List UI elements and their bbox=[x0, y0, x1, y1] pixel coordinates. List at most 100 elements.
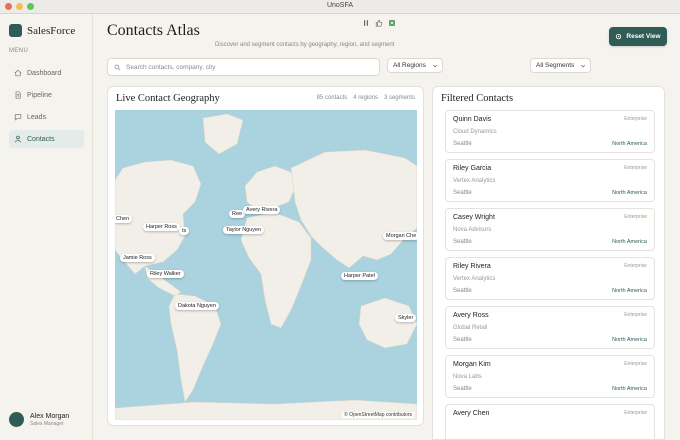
contact-city: Seattle bbox=[453, 386, 472, 392]
map-land-shapes bbox=[115, 113, 417, 420]
map-pin[interactable]: Avery Rivera bbox=[243, 206, 281, 214]
contact-segment: Enterprise bbox=[624, 116, 647, 122]
map-pin[interactable]: ts bbox=[179, 227, 190, 235]
window-title: UnoSFA bbox=[326, 2, 354, 9]
brand-name: SalesForce bbox=[27, 24, 76, 37]
contacts-count: 85 contacts bbox=[316, 95, 348, 101]
sidebar-item-dashboard[interactable]: Dashboard bbox=[9, 64, 84, 82]
segments-count: 3 segments bbox=[383, 95, 415, 101]
map-pin[interactable]: Riley Walker bbox=[147, 270, 184, 278]
region-select-value: All Regions bbox=[393, 62, 426, 69]
contact-segment: Enterprise bbox=[624, 312, 647, 318]
contact-card[interactable]: Morgan Kim Enterprise Nova Labs Seattle … bbox=[445, 355, 655, 398]
contact-segment: Enterprise bbox=[624, 263, 647, 269]
contact-name: Riley Rivera bbox=[453, 263, 491, 270]
avatar bbox=[9, 412, 24, 427]
contact-name: Avery Chen bbox=[453, 410, 490, 417]
contact-region: North America bbox=[612, 386, 647, 392]
map-pin[interactable]: Skyler bbox=[395, 314, 417, 322]
thumbs-up-icon[interactable] bbox=[375, 19, 383, 27]
contact-card[interactable]: Casey Wright Enterprise Nova Advisors Se… bbox=[445, 208, 655, 251]
menu-label: MENU bbox=[9, 48, 29, 54]
page-subtitle: Discover and segment contacts by geograp… bbox=[215, 42, 395, 48]
chat-icon bbox=[14, 114, 22, 121]
sidebar-item-label: Dashboard bbox=[27, 69, 62, 77]
contact-card[interactable]: Quinn Davis Enterprise Cloud Dynamics Se… bbox=[445, 110, 655, 153]
regions-count: 4 regions bbox=[353, 95, 378, 101]
sidebar-nav: Dashboard Pipeline Leads Contacts bbox=[9, 64, 84, 152]
contact-company: Global Retail bbox=[453, 325, 488, 331]
map-pin[interactable]: Morgan Che bbox=[383, 232, 417, 240]
contact-company: Nova Advisors bbox=[453, 227, 492, 233]
home-icon bbox=[14, 69, 22, 77]
contact-segment: Enterprise bbox=[624, 214, 647, 220]
pause-icon[interactable] bbox=[362, 19, 370, 27]
reset-view-button[interactable]: Reset View bbox=[609, 27, 667, 46]
sidebar-item-leads[interactable]: Leads bbox=[9, 108, 84, 126]
sidebar-item-contacts[interactable]: Contacts bbox=[9, 130, 84, 148]
contact-city: Seattle bbox=[453, 141, 472, 147]
contact-card[interactable]: Riley Garcia Enterprise Vertex Analytics… bbox=[445, 159, 655, 202]
contact-card[interactable]: Avery Ross Enterprise Global Retail Seat… bbox=[445, 306, 655, 349]
user-role: Sales Manager bbox=[30, 420, 64, 427]
contact-city: Seattle bbox=[453, 190, 472, 196]
map-pin[interactable]: Harper Ross bbox=[143, 223, 180, 231]
map-pin[interactable]: Taylor Nguyen bbox=[223, 226, 265, 234]
contact-city: Seattle bbox=[453, 337, 472, 343]
page-title: Contacts Atlas bbox=[107, 22, 200, 39]
user-profile[interactable]: Alex Morgan Sales Manager bbox=[9, 412, 69, 427]
sidebar-item-pipeline[interactable]: Pipeline bbox=[9, 86, 84, 104]
map-attribution: © OpenStreetMap contributors bbox=[342, 412, 414, 418]
chevron-down-icon bbox=[581, 64, 586, 67]
contact-region: North America bbox=[612, 239, 647, 245]
contact-segment: Enterprise bbox=[624, 361, 647, 367]
chevron-down-icon bbox=[432, 64, 437, 67]
contact-company: Vertex Analytics bbox=[453, 178, 496, 184]
contact-card[interactable]: Avery Chen Enterprise bbox=[445, 404, 655, 439]
contact-region: North America bbox=[612, 288, 647, 294]
user-name: Alex Morgan bbox=[30, 412, 70, 420]
filtered-contacts-card: Filtered Contacts Quinn Davis Enterprise… bbox=[432, 86, 665, 440]
contact-name: Avery Ross bbox=[453, 312, 489, 319]
map-stats: 85 contacts 4 regions 3 segments bbox=[317, 95, 415, 101]
sidebar: SalesForce MENU Dashboard Pipeline Leads… bbox=[0, 14, 93, 440]
toolbar-icons bbox=[362, 19, 396, 27]
search-icon bbox=[114, 64, 121, 70]
map-title: Live Contact Geography bbox=[116, 93, 220, 104]
contact-name: Riley Garcia bbox=[453, 165, 492, 172]
sidebar-item-label: Contacts bbox=[27, 135, 55, 143]
segment-select[interactable]: All Segments bbox=[530, 58, 591, 73]
search-input[interactable] bbox=[126, 63, 366, 71]
map-pin[interactable]: Harper Patel bbox=[341, 272, 378, 280]
map-pin[interactable]: Chen bbox=[115, 215, 133, 223]
brand-logo-icon bbox=[9, 24, 22, 37]
contact-company: Cloud Dynamics bbox=[453, 129, 497, 135]
region-select[interactable]: All Regions bbox=[387, 58, 443, 73]
segment-select-value: All Segments bbox=[536, 62, 575, 69]
reset-view-label: Reset View bbox=[626, 33, 661, 40]
contact-region: North America bbox=[612, 190, 647, 196]
contact-name: Casey Wright bbox=[453, 214, 495, 221]
window-titlebar: UnoSFA bbox=[0, 0, 680, 14]
contact-name: Quinn Davis bbox=[453, 116, 492, 123]
map-pin[interactable]: Dakota Nguyen bbox=[175, 302, 219, 310]
document-icon bbox=[15, 91, 21, 99]
contact-segment: Enterprise bbox=[624, 410, 647, 416]
contact-city: Seattle bbox=[453, 239, 472, 245]
contact-region: North America bbox=[612, 337, 647, 343]
spreadsheet-icon[interactable] bbox=[388, 19, 396, 27]
reset-icon bbox=[616, 33, 622, 40]
contact-name: Morgan Kim bbox=[453, 361, 491, 368]
contact-region: North America bbox=[612, 141, 647, 147]
contacts-list: Quinn Davis Enterprise Cloud Dynamics Se… bbox=[445, 110, 655, 439]
map-pin[interactable]: Jamie Ross bbox=[120, 254, 155, 262]
brand[interactable]: SalesForce bbox=[9, 24, 75, 37]
contact-company: Nova Labs bbox=[453, 374, 482, 380]
sidebar-item-label: Leads bbox=[27, 113, 47, 121]
world-map[interactable]: Chen Harper Ross ts Ree Avery Rivera Tay… bbox=[115, 110, 417, 420]
person-icon bbox=[15, 135, 21, 143]
contact-city: Seattle bbox=[453, 288, 472, 294]
contact-card[interactable]: Riley Rivera Enterprise Vertex Analytics… bbox=[445, 257, 655, 300]
filtered-contacts-title: Filtered Contacts bbox=[441, 93, 514, 104]
search-box bbox=[107, 58, 380, 76]
